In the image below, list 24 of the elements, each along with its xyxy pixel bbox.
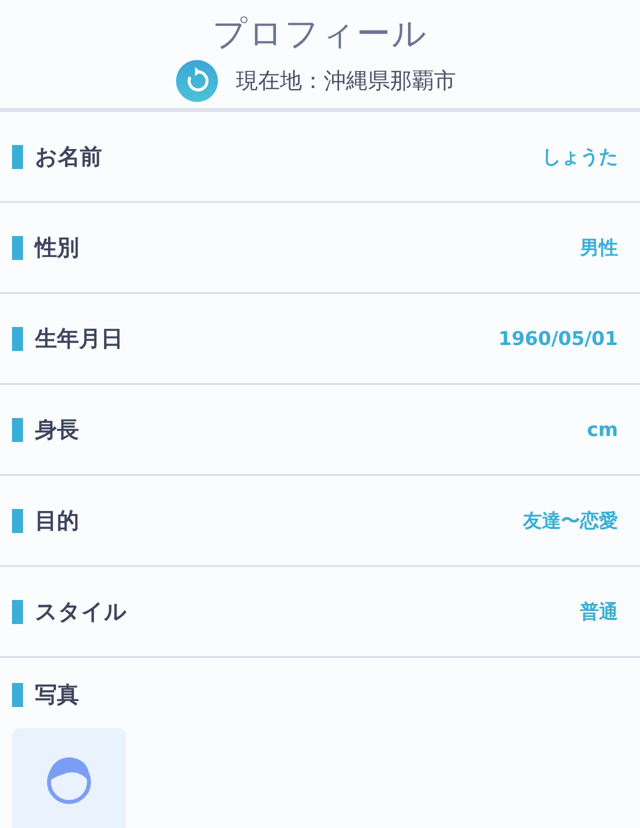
accent-bar	[12, 418, 23, 442]
accent-bar	[12, 508, 23, 532]
field-label: 身長	[35, 416, 79, 444]
field-label: 写真	[35, 682, 79, 710]
field-value: 友達〜恋愛	[523, 508, 618, 534]
field-label: 目的	[35, 508, 79, 536]
field-value: 1960/05/01	[498, 328, 618, 350]
field-value: 男性	[580, 236, 618, 260]
field-label: 生年月日	[35, 326, 123, 354]
accent-bar	[12, 236, 23, 260]
field-label: スタイル	[35, 598, 127, 626]
accent-bar	[12, 683, 23, 707]
field-label: お名前	[35, 144, 102, 172]
field-value: cm	[586, 418, 618, 440]
field-label: 性別	[35, 234, 79, 262]
accent-bar	[12, 326, 23, 350]
field-value: 普通	[580, 600, 618, 624]
accent-bar	[12, 144, 23, 168]
current-location: 現在地：沖縄県那覇市	[236, 68, 456, 96]
refresh-icon[interactable]	[176, 60, 218, 102]
field-value: しょうた	[542, 144, 618, 170]
page-title: プロフィール	[212, 13, 428, 56]
accent-bar	[12, 600, 23, 624]
photo-card[interactable]	[12, 728, 126, 828]
